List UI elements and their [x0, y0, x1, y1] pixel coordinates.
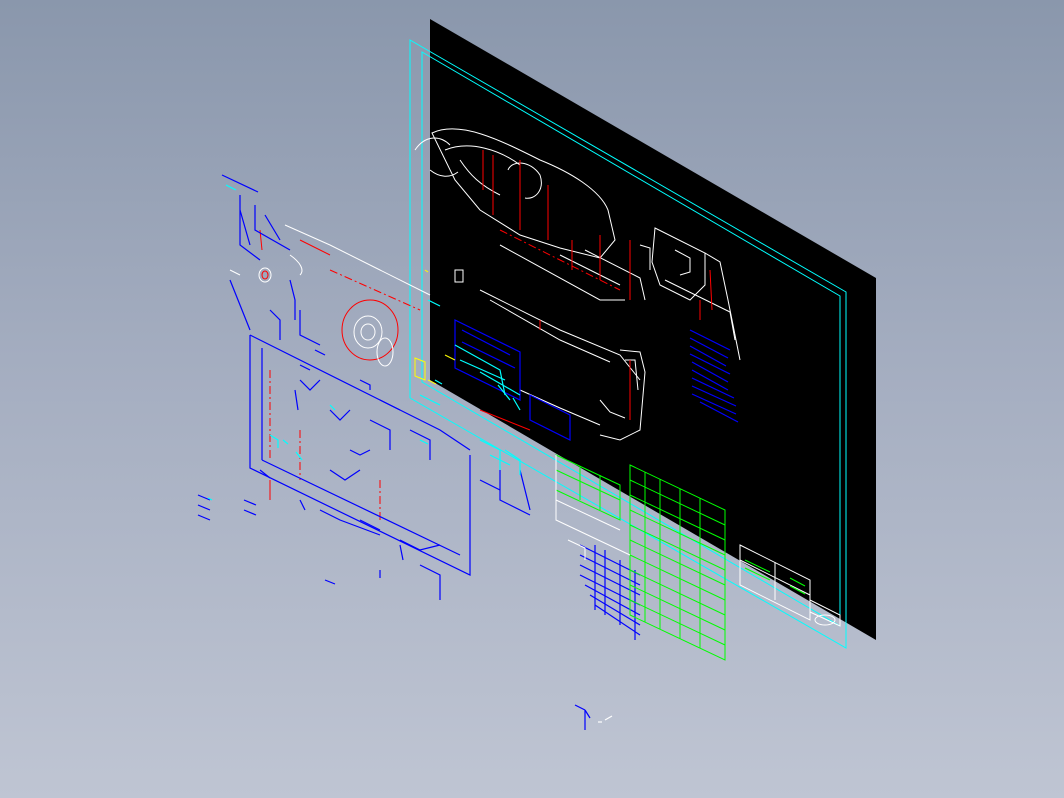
model-space: [197, 19, 876, 730]
sheet-background: [430, 19, 876, 640]
hole-callout: [229, 224, 431, 367]
drawing-sheet: [409, 19, 876, 649]
cad-viewport[interactable]: [0, 0, 1064, 798]
axis-triad-icon: [574, 704, 613, 730]
